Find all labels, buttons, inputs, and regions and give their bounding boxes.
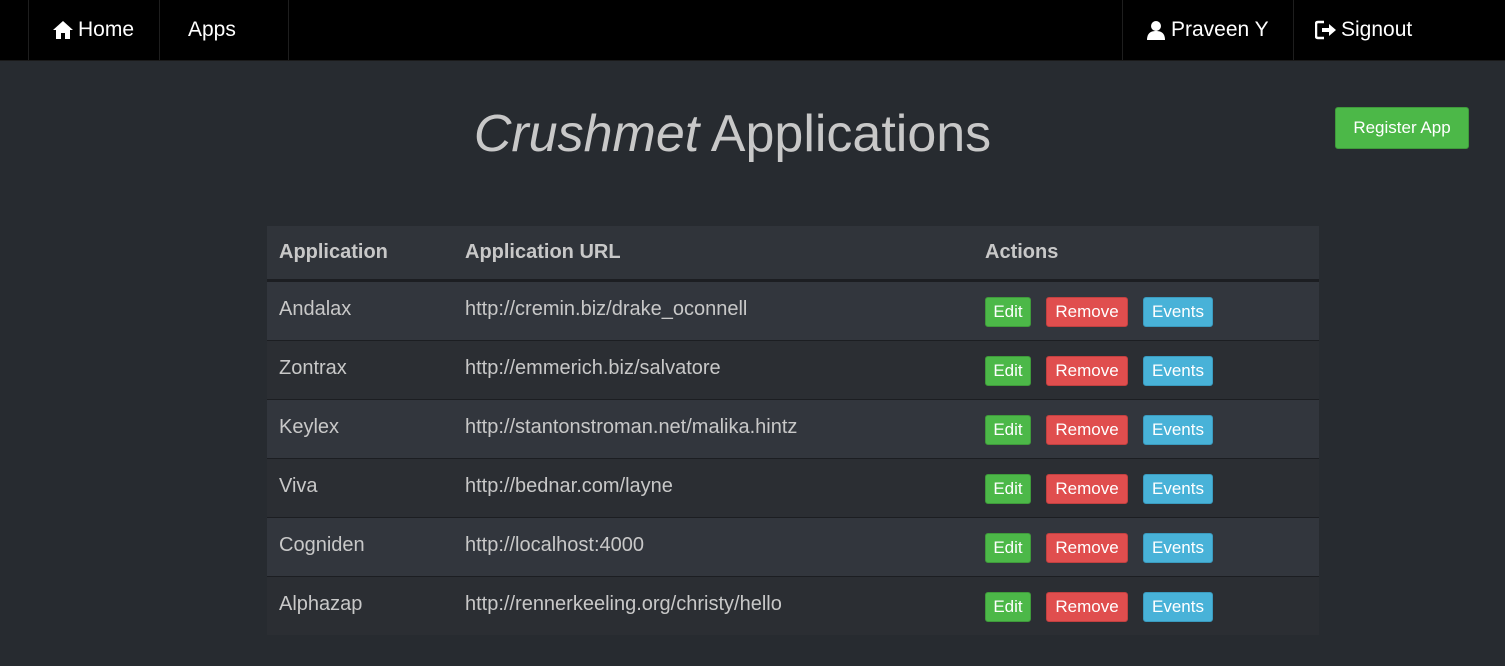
app-name-cell: Cogniden	[267, 517, 453, 577]
edit-button[interactable]: Edit	[985, 415, 1031, 445]
app-name: Keylex	[279, 415, 340, 438]
app-name: Alphazap	[279, 592, 363, 615]
table-row: Viva http://bednar.com/layne Edit Remove…	[267, 458, 1319, 518]
page-title-rest: Applications	[710, 105, 992, 163]
remove-button[interactable]: Remove	[1046, 592, 1128, 622]
page-title-brand: Crushmet	[473, 105, 700, 163]
app-name-cell: Keylex	[267, 399, 453, 459]
events-button[interactable]: Events	[1143, 474, 1213, 504]
nav-user-label: Praveen Y	[1171, 18, 1269, 41]
app-name: Zontrax	[279, 356, 347, 379]
table-row: Zontrax http://emmerich.biz/salvatore Ed…	[267, 340, 1319, 400]
column-header-actions: Actions	[973, 226, 1319, 282]
actions-cell: Edit Remove Events	[973, 399, 1319, 459]
signout-icon	[1315, 19, 1337, 41]
remove-button[interactable]: Remove	[1046, 297, 1128, 327]
nav-home-label: Home	[78, 18, 135, 41]
nav-right-group: Praveen Y Signout	[1122, 0, 1505, 60]
row-actions: Edit Remove Events	[985, 533, 1319, 563]
nav-user-link[interactable]: Praveen Y	[1122, 0, 1293, 60]
actions-cell: Edit Remove Events	[973, 340, 1319, 400]
edit-button[interactable]: Edit	[985, 592, 1031, 622]
top-navbar: Home Apps Praveen Y Signout	[0, 0, 1505, 61]
nav-signout-link[interactable]: Signout	[1293, 0, 1505, 60]
app-name-cell: Alphazap	[267, 576, 453, 635]
events-button[interactable]: Events	[1143, 356, 1213, 386]
row-actions: Edit Remove Events	[985, 297, 1319, 327]
app-url-cell: http://emmerich.biz/salvatore	[453, 340, 973, 400]
user-icon	[1145, 19, 1167, 41]
row-actions: Edit Remove Events	[985, 592, 1319, 622]
column-header-url: Application URL	[453, 226, 973, 282]
events-button[interactable]: Events	[1143, 592, 1213, 622]
register-app-button[interactable]: Register App	[1335, 107, 1469, 149]
table-header-row: Application Application URL Actions	[267, 226, 1319, 282]
column-header-application: Application	[267, 226, 453, 282]
app-url: http://stantonstroman.net/malika.hintz	[465, 415, 798, 438]
events-button[interactable]: Events	[1143, 533, 1213, 563]
app-url-cell: http://cremin.biz/drake_oconnell	[453, 280, 973, 341]
edit-button[interactable]: Edit	[985, 474, 1031, 504]
remove-button[interactable]: Remove	[1046, 533, 1128, 563]
nav-apps-label: Apps	[188, 18, 236, 41]
table-row: Cogniden http://localhost:4000 Edit Remo…	[267, 517, 1319, 577]
nav-home-link[interactable]: Home	[28, 0, 159, 60]
remove-button[interactable]: Remove	[1046, 356, 1128, 386]
app-url-cell: http://bednar.com/layne	[453, 458, 973, 518]
app-url: http://cremin.biz/drake_oconnell	[465, 297, 748, 320]
app-name: Andalax	[279, 297, 352, 320]
app-url: http://rennerkeeling.org/christy/hello	[465, 592, 782, 615]
row-actions: Edit Remove Events	[985, 356, 1319, 386]
edit-button[interactable]: Edit	[985, 533, 1031, 563]
app-url: http://localhost:4000	[465, 533, 645, 556]
app-url-cell: http://rennerkeeling.org/christy/hello	[453, 576, 973, 635]
events-button[interactable]: Events	[1143, 297, 1213, 327]
applications-table: Application Application URL Actions Anda…	[267, 226, 1319, 635]
table-row: Alphazap http://rennerkeeling.org/christ…	[267, 576, 1319, 635]
actions-cell: Edit Remove Events	[973, 280, 1319, 341]
nav-apps-link[interactable]: Apps	[159, 0, 289, 60]
remove-button[interactable]: Remove	[1046, 474, 1128, 504]
nav-left-group: Home Apps	[28, 0, 289, 60]
app-name-cell: Zontrax	[267, 340, 453, 400]
app-url-cell: http://stantonstroman.net/malika.hintz	[453, 399, 973, 459]
app-url: http://emmerich.biz/salvatore	[465, 356, 721, 379]
page-title: Crushmet Applications	[0, 104, 1465, 164]
app-url-cell: http://localhost:4000	[453, 517, 973, 577]
app-url: http://bednar.com/layne	[465, 474, 673, 497]
table-row: Andalax http://cremin.biz/drake_oconnell…	[267, 280, 1319, 341]
row-actions: Edit Remove Events	[985, 415, 1319, 445]
app-name-cell: Andalax	[267, 280, 453, 341]
actions-cell: Edit Remove Events	[973, 458, 1319, 518]
remove-button[interactable]: Remove	[1046, 415, 1128, 445]
actions-cell: Edit Remove Events	[973, 576, 1319, 635]
table-row: Keylex http://stantonstroman.net/malika.…	[267, 399, 1319, 459]
app-name-cell: Viva	[267, 458, 453, 518]
edit-button[interactable]: Edit	[985, 297, 1031, 327]
actions-cell: Edit Remove Events	[973, 517, 1319, 577]
nav-signout-label: Signout	[1341, 18, 1413, 41]
row-actions: Edit Remove Events	[985, 474, 1319, 504]
app-name: Viva	[279, 474, 318, 497]
edit-button[interactable]: Edit	[985, 356, 1031, 386]
app-name: Cogniden	[279, 533, 365, 556]
events-button[interactable]: Events	[1143, 415, 1213, 445]
home-icon	[52, 19, 74, 41]
